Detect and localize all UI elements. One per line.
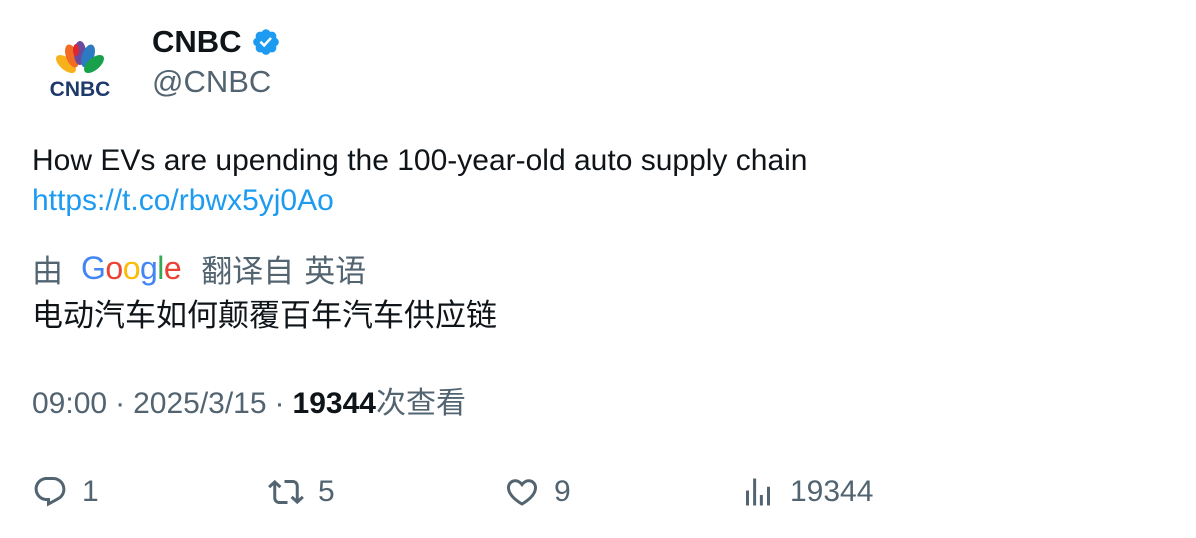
analytics-bar-icon: [746, 478, 770, 506]
author-name-row: CNBC: [152, 22, 281, 62]
author-display-name[interactable]: CNBC: [152, 22, 242, 62]
source-language: 英语: [304, 253, 367, 290]
translation-attribution: 由 Google 翻译自 英语: [32, 246, 366, 290]
reply-icon: [34, 477, 66, 507]
like-count: 9: [554, 475, 571, 508]
translated-from-label: 翻译自: [201, 253, 295, 290]
cnbc-peacock-logo: CNBC: [50, 41, 111, 101]
retweet-button[interactable]: 5: [268, 472, 335, 512]
tweet-text: How EVs are upending the 100-year-old au…: [32, 141, 808, 221]
tweet-meta: 09:00 · 2025/3/15 · 19344次查看: [32, 384, 466, 424]
meta-separator: ·: [274, 387, 285, 420]
tweet-body: How EVs are upending the 100-year-old au…: [32, 144, 808, 177]
translated-text: 电动汽车如何颠覆百年汽车供应链: [32, 298, 497, 334]
retweet-count: 5: [318, 475, 335, 508]
views-count: 19344: [292, 387, 376, 420]
tweet-date[interactable]: 2025/3/15: [133, 387, 266, 420]
retweet-icon: [268, 479, 304, 505]
views-action-count: 19344: [790, 475, 874, 508]
views-button[interactable]: 19344: [740, 472, 873, 512]
heart-icon: [506, 479, 538, 506]
translation-prefix: 由: [32, 253, 63, 290]
author-handle[interactable]: @CNBC: [152, 62, 271, 102]
google-logo[interactable]: Google: [81, 246, 182, 290]
like-button[interactable]: 9: [504, 472, 571, 512]
verified-badge-icon[interactable]: [251, 27, 281, 57]
tweet-link[interactable]: https://t.co/rbwx5yj0Ao: [32, 181, 808, 221]
tweet-time[interactable]: 09:00: [32, 387, 107, 420]
reply-button[interactable]: 1: [32, 472, 99, 512]
views-label: 次查看: [375, 386, 466, 421]
avatar-logo-text: CNBC: [50, 78, 111, 101]
meta-separator: ·: [115, 387, 126, 420]
reply-count: 1: [82, 475, 99, 508]
avatar[interactable]: CNBC: [32, 28, 128, 112]
